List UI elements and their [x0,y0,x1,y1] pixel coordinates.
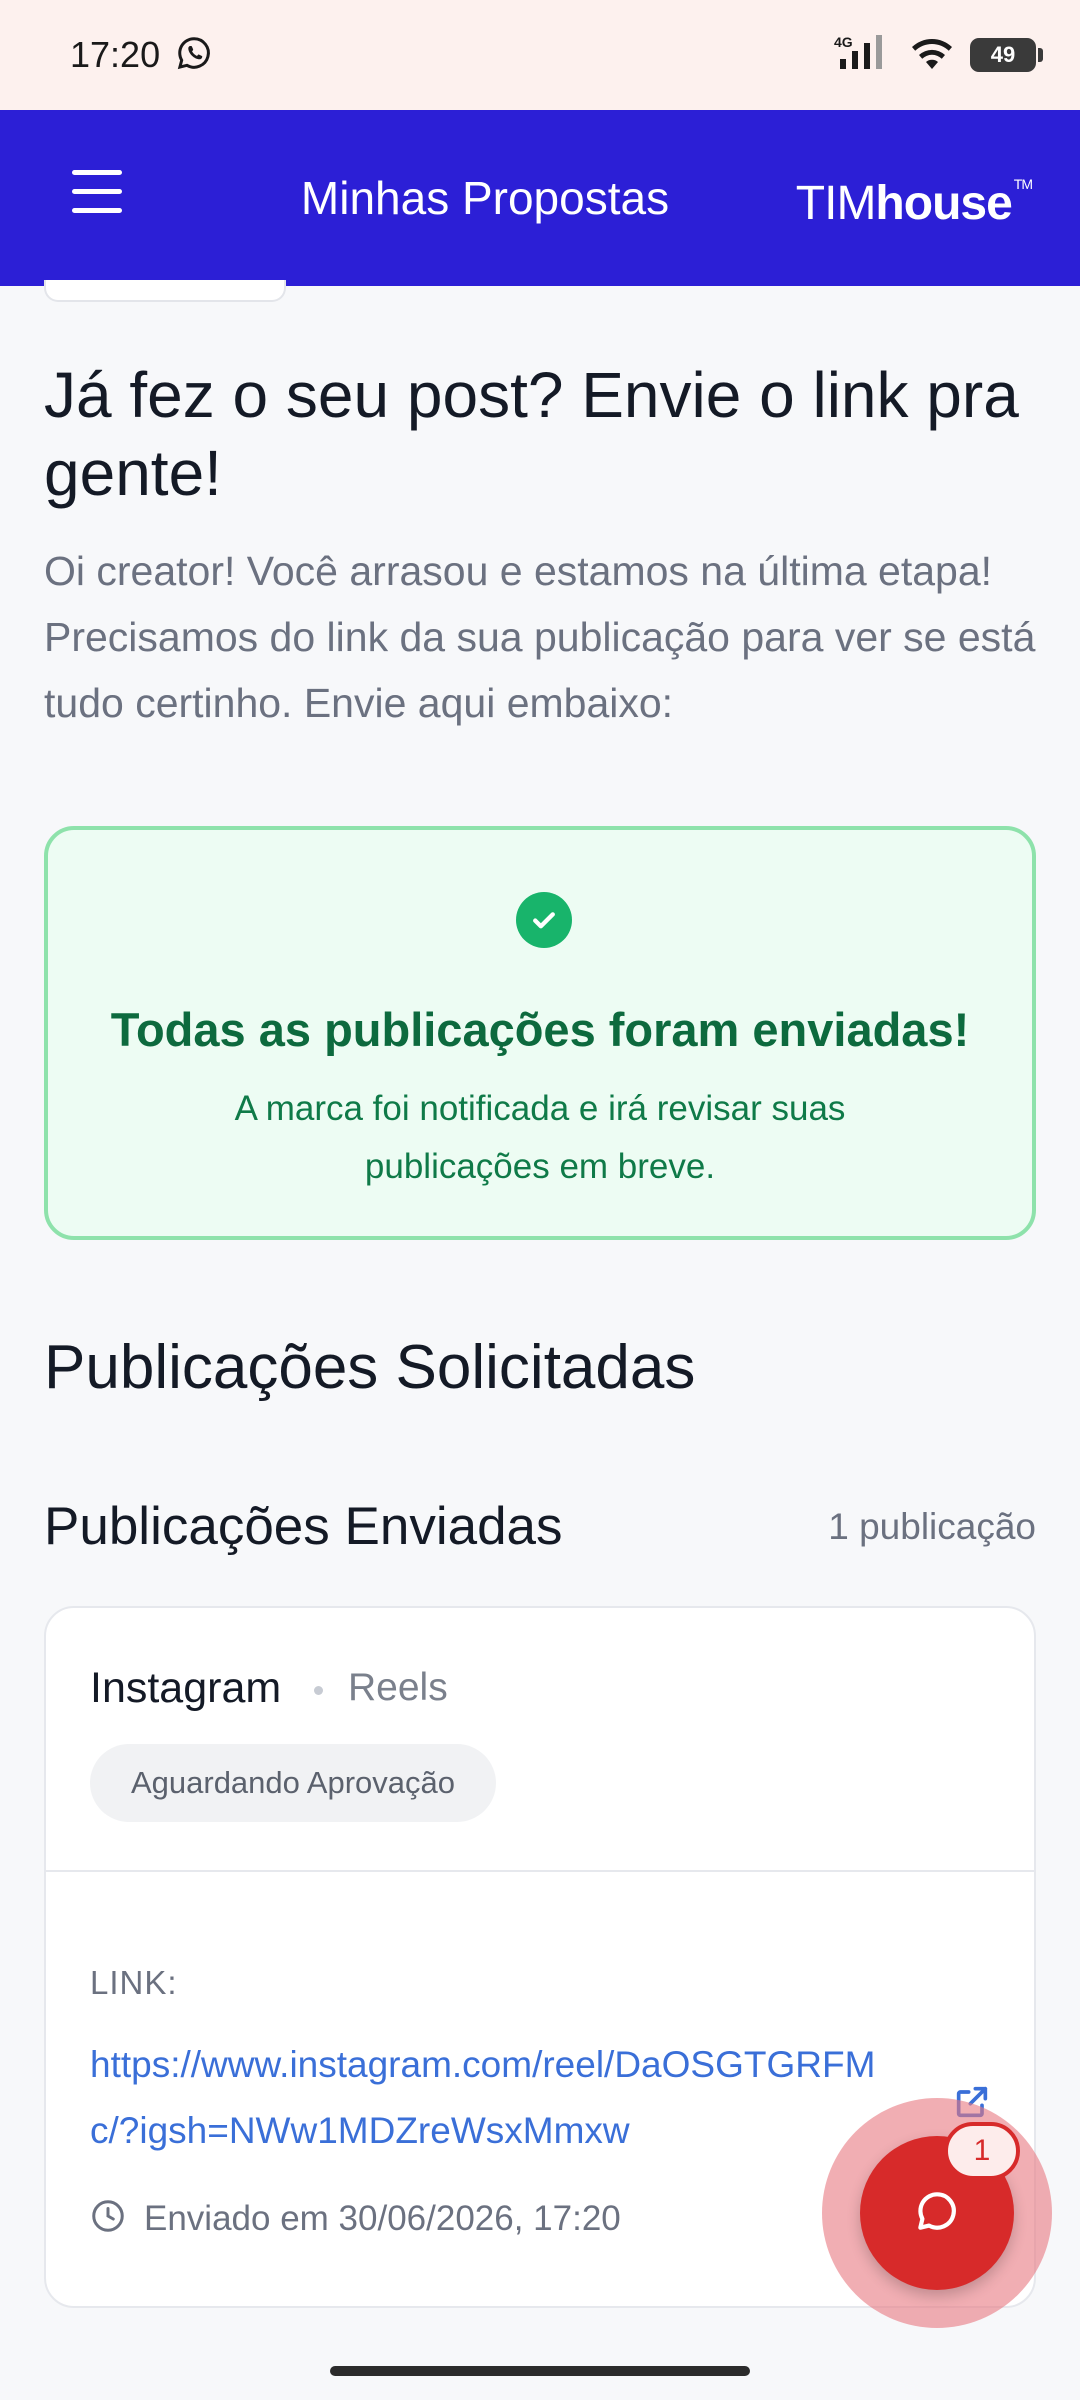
tab-stub [44,280,286,302]
battery-icon: 49 [970,38,1043,72]
clock-icon [90,2198,126,2239]
requested-section-title: Publicações Solicitadas [44,1333,696,1402]
check-circle-icon [516,892,572,948]
link-label: LINK: [90,1964,178,2001]
status-left: 17:20 [70,34,212,76]
status-time: 17:20 [70,34,161,75]
separator-dot [314,1686,323,1695]
intro-title: Já fez o seu post? Envie o link pra gent… [44,359,1019,509]
sent-timestamp: Enviado em 30/06/2026, 17:20 [144,2198,621,2238]
brand-logo-tm: TM [1013,176,1033,192]
brand-logo-part2: house [875,177,1012,230]
status-badge: Aguardando Aprovação [90,1744,496,1822]
success-text: A marca foi notificada e irá revisar sua… [234,1089,846,1186]
app-header: Minhas Propostas TIMhouse TM [0,110,1080,286]
signal-icon: 4G [834,33,894,78]
network-label: 4G [834,34,853,50]
home-indicator[interactable] [330,2366,750,2376]
battery-level: 49 [990,42,1016,67]
sent-row: Enviado em 30/06/2026, 17:20 [90,2198,621,2239]
intro-text: Oi creator! Você arrasou e estamos na úl… [44,548,1036,726]
card-divider [46,1870,1034,1872]
sent-section-title: Publicações Enviadas [44,1497,563,1556]
success-title: Todas as publicações foram enviadas! [110,1003,970,1056]
chat-notification-badge: 1 [944,2122,1020,2180]
chat-bubble-icon [912,2186,962,2241]
brand-logo-part1: TIM [795,177,877,230]
publication-count: 1 publicação [828,1506,1036,1547]
status-right: 4G 49 [834,33,1043,78]
success-banner: Todas as publicações foram enviadas! A m… [44,826,1036,1240]
publication-link[interactable]: https://www.instagram.com/reel/DaOSGTGRF… [90,2032,920,2164]
publication-format: Reels [348,1666,448,1709]
whatsapp-icon [176,35,212,76]
wifi-icon [908,33,956,78]
brand-logo[interactable]: TIMhouse TM [795,176,1033,231]
status-bar: 17:20 4G 49 [0,0,1080,110]
platform-name: Instagram [90,1664,282,1712]
